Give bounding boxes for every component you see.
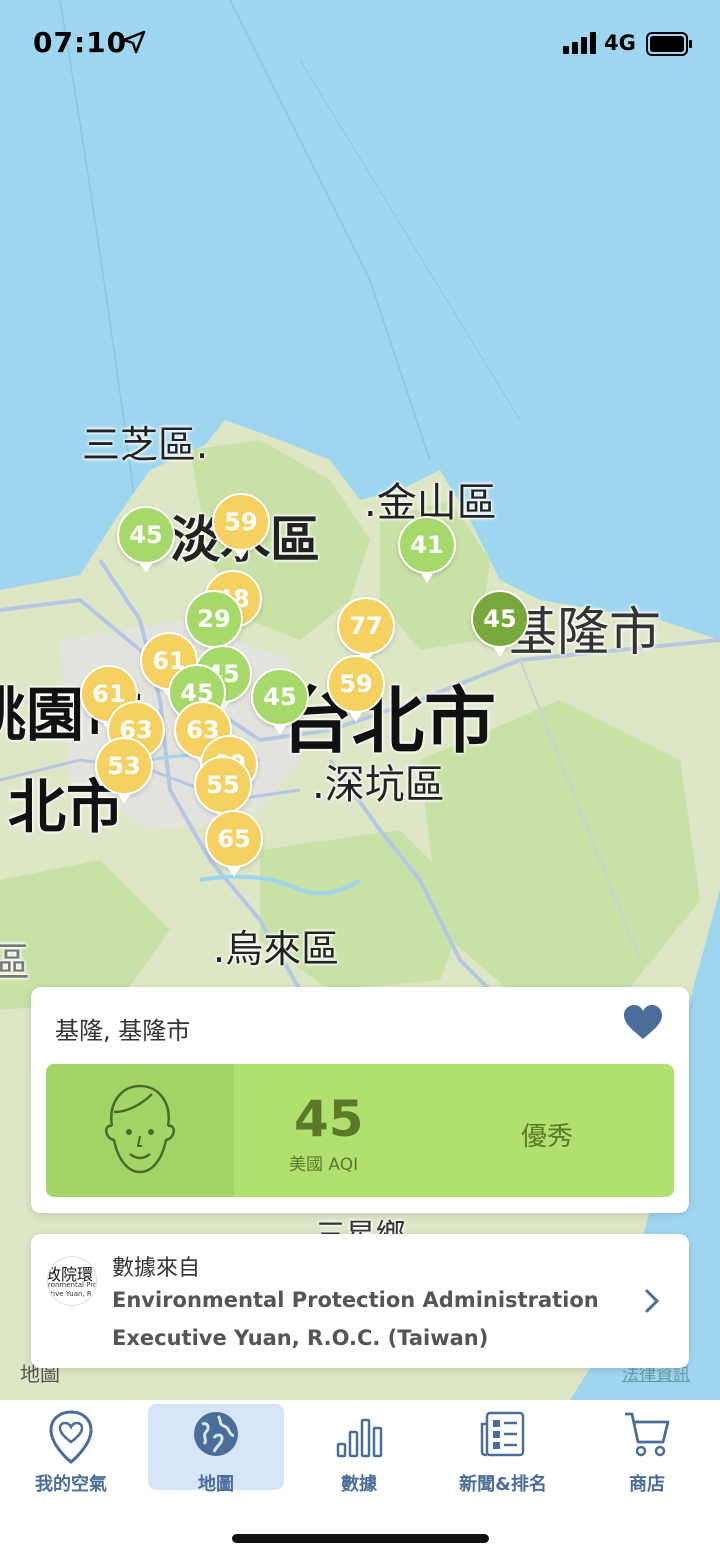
tab-label: 商店 — [629, 1474, 665, 1495]
place-label-wulai: .烏來區 — [213, 927, 340, 971]
place-label-keelung-city: 基隆市 — [505, 603, 662, 663]
bar-chart-icon — [336, 1418, 383, 1458]
aqi-level: 優秀 — [521, 1122, 574, 1152]
status-bar: 07:10 4G — [0, 0, 720, 90]
epa-logo: 政院環 ironmental Prote utive Yuan, R. — [47, 1256, 97, 1306]
aqi-value: 45 — [294, 1090, 364, 1148]
heart-pin-icon — [49, 1410, 93, 1464]
globe-icon — [194, 1412, 238, 1456]
station-card[interactable]: 基隆, 基隆市 45 美國 AQI 優秀 — [31, 987, 689, 1213]
aqi-pin[interactable]: 45 — [251, 668, 309, 735]
logo-text: ironmental Prote — [47, 1281, 97, 1289]
tab-map[interactable]: 地圖 — [148, 1404, 284, 1495]
favorite-heart-icon[interactable] — [623, 1005, 663, 1041]
place-label-sanzhi: 三芝區. — [82, 423, 209, 467]
aqi-pin[interactable]: 41 — [398, 516, 456, 583]
news-icon — [480, 1411, 525, 1457]
aqi-pin[interactable]: 53 — [95, 737, 153, 804]
tab-label: 地圖 — [198, 1474, 234, 1495]
signal-icon — [563, 32, 596, 54]
status-time: 07:10 — [33, 26, 128, 59]
aqi-pin[interactable]: 55 — [194, 756, 252, 823]
place-label-edge: 區 — [0, 940, 30, 986]
tab-data[interactable]: 數據 — [291, 1404, 427, 1495]
chevron-right-icon[interactable] — [643, 1288, 661, 1314]
cart-icon — [625, 1412, 670, 1457]
tab-label: 我的空氣 — [35, 1474, 107, 1495]
aqi-pin[interactable]: 29 — [185, 590, 243, 657]
battery-icon — [646, 32, 692, 56]
aqi-summary: 45 美國 AQI 優秀 — [46, 1064, 674, 1197]
logo-text: utive Yuan, R. — [47, 1290, 94, 1298]
aqi-pin[interactable]: 77 — [337, 597, 395, 664]
aqi-pin[interactable]: 45 — [117, 506, 175, 573]
tab-label: 數據 — [341, 1474, 377, 1495]
aqi-unit: 美國 AQI — [289, 1155, 359, 1175]
aqi-pin[interactable]: 59 — [327, 655, 385, 722]
face-panel — [46, 1064, 234, 1197]
aqi-pin[interactable]: 59 — [212, 493, 270, 560]
source-org-line2: Executive Yuan, R.O.C. (Taiwan) — [112, 1326, 489, 1350]
location-arrow-icon — [122, 30, 146, 54]
aqi-pin-selected[interactable]: 45 — [471, 590, 529, 657]
network-type: 4G — [604, 31, 636, 55]
source-from-label: 數據來自 — [112, 1256, 201, 1281]
data-source-card[interactable]: 政院環 ironmental Prote utive Yuan, R. 數據來自… — [31, 1234, 689, 1368]
place-label-shenkeng: .深坑區 — [312, 762, 445, 808]
face-icon — [105, 1084, 175, 1174]
tab-news-ranking[interactable]: 新聞&排名 — [435, 1404, 571, 1495]
aqi-pin[interactable]: 65 — [205, 810, 263, 877]
station-city: 基隆, 基隆市 — [55, 1017, 191, 1045]
tab-label: 新聞&排名 — [459, 1474, 547, 1495]
source-org-line1: Environmental Protection Administration — [112, 1288, 599, 1312]
tab-shop[interactable]: 商店 — [579, 1404, 715, 1495]
tab-my-air[interactable]: 我的空氣 — [3, 1404, 139, 1495]
home-indicator[interactable] — [232, 1534, 489, 1543]
